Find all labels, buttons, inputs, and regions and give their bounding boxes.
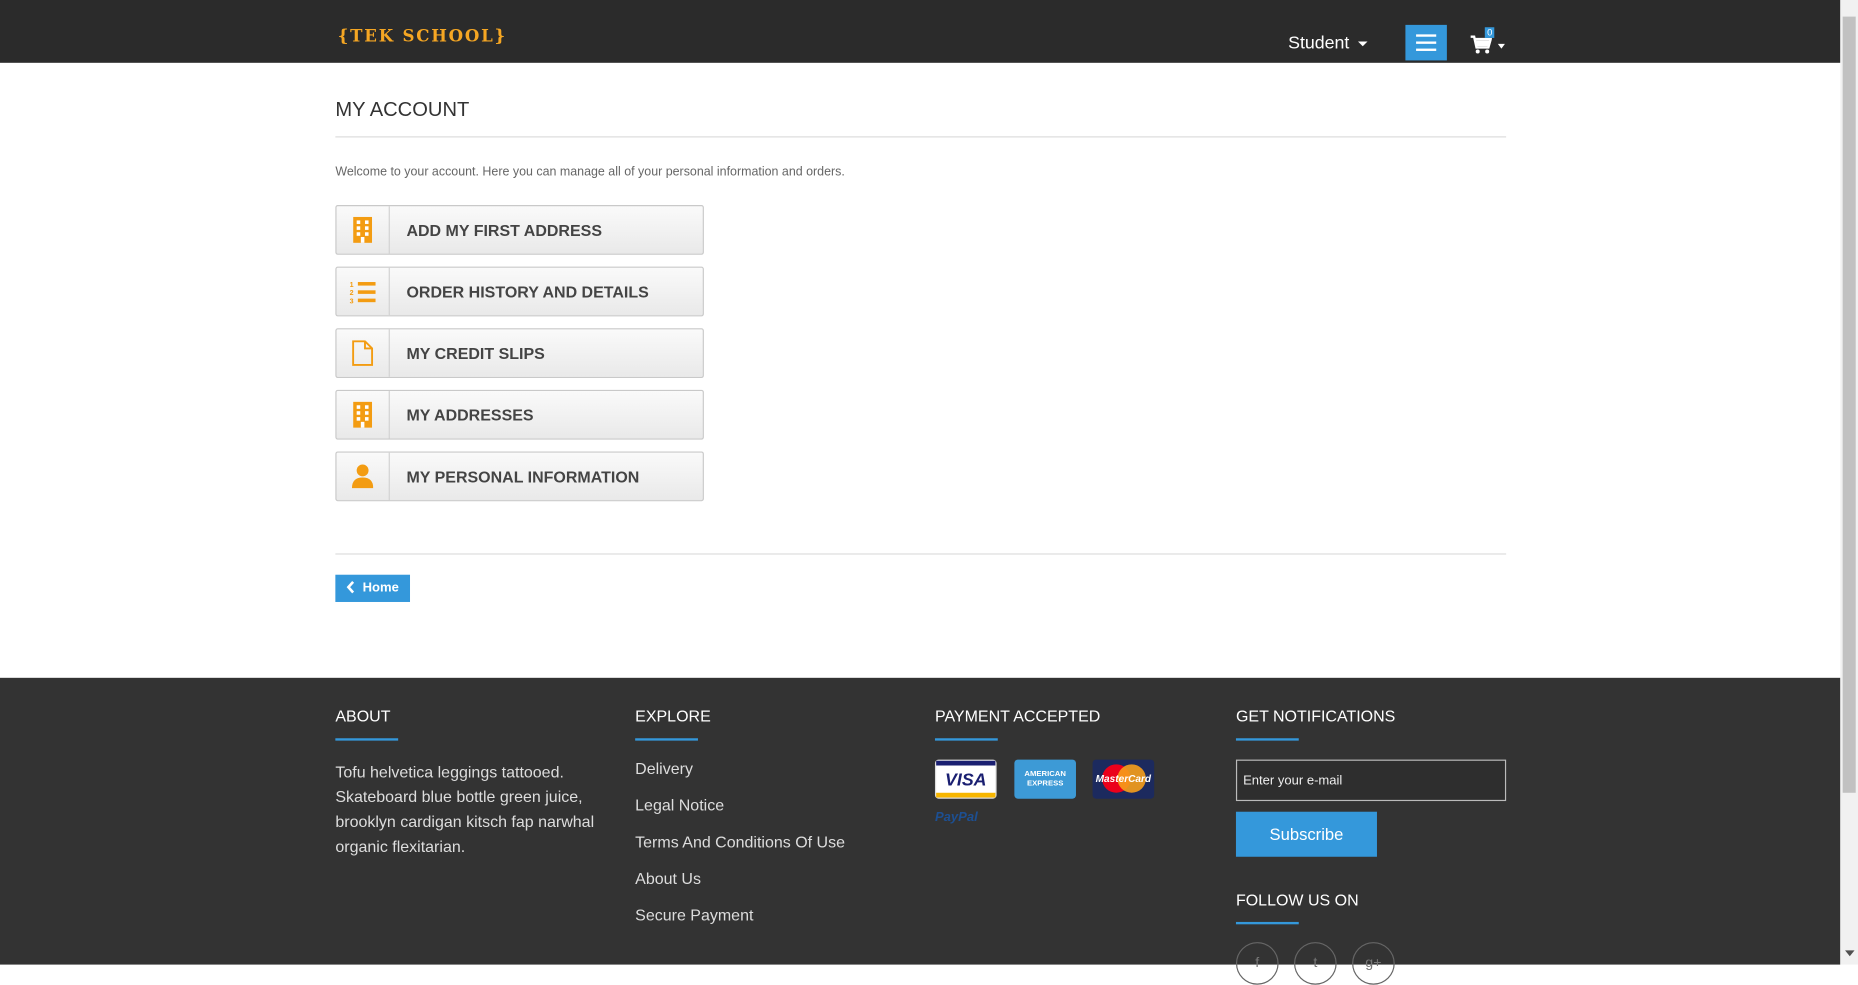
american-express-logo: AMERICAN EXPRESS [1014,759,1076,799]
my-addresses-button[interactable]: MY ADDRESSES [335,389,704,440]
heading-underline [1235,738,1299,741]
site-logo[interactable]: {TEK SCHOOL} [338,27,507,46]
footer-link-delivery[interactable]: Delivery [635,760,693,778]
footer-heading-notifications: GET NOTIFICATIONS [1235,707,1396,726]
cart-button[interactable]: 0 [1470,27,1507,57]
cart-count-badge: 0 [1484,27,1495,38]
welcome-text: Welcome to your account. Here you can ma… [335,164,845,179]
mastercard-logo: MasterCard [1092,759,1155,799]
personal-information-button[interactable]: MY PERSONAL INFORMATION [335,451,704,502]
chevron-left-icon [346,580,355,594]
vertical-scrollbar[interactable] [1840,0,1858,965]
footer-link-secure-payment[interactable]: Secure Payment [635,907,753,925]
credit-slips-button[interactable]: MY CREDIT SLIPS [335,328,704,379]
building-icon [337,206,390,254]
facebook-icon[interactable]: f [1235,942,1279,985]
svg-text:2: 2 [350,289,354,297]
home-button-label: Home [362,580,399,595]
newsletter-email-field[interactable] [1235,759,1507,802]
svg-text:1: 1 [350,281,354,289]
home-button[interactable]: Home [335,574,411,602]
paypal-logo: PayPal [934,810,978,825]
heading-underline [934,738,998,741]
footer-link-about-us[interactable]: About Us [635,870,701,888]
footer-heading-explore: EXPLORE [635,707,711,726]
svg-text:3: 3 [350,297,354,303]
visa-logo: VISA [934,759,997,799]
scrollbar-thumb[interactable] [1842,16,1856,793]
footer-heading-about: ABOUT [335,707,391,726]
button-label: ADD MY FIRST ADDRESS [406,221,602,240]
about-text: Tofu helvetica leggings tattooed. Skateb… [335,763,595,856]
divider [335,553,1507,555]
ordered-list-icon: 123 [337,267,390,316]
hamburger-icon [1416,34,1437,37]
scroll-down-arrow-icon[interactable] [1845,950,1855,957]
button-label: MY CREDIT SLIPS [406,344,545,363]
heading-underline [1235,921,1299,925]
twitter-icon[interactable]: t [1294,942,1337,985]
top-navbar: {TEK SCHOOL} Student 0 [0,0,1841,63]
divider [335,136,1507,138]
footer: ABOUT Tofu helvetica leggings tattooed. … [0,677,1841,985]
building-icon [337,391,390,439]
user-menu-label: Student [1288,33,1350,54]
subscribe-button[interactable]: Subscribe [1235,811,1377,857]
heading-underline [635,738,698,741]
button-label: MY ADDRESSES [406,406,534,425]
user-menu[interactable]: Student [1288,33,1368,54]
order-history-button[interactable]: 123 ORDER HISTORY AND DETAILS [335,266,704,317]
user-icon [337,452,390,501]
footer-link-terms[interactable]: Terms And Conditions Of Use [635,833,845,851]
caret-down-icon [1357,41,1368,47]
page-title: MY ACCOUNT [335,98,470,121]
caret-down-icon [1497,43,1505,49]
add-first-address-button[interactable]: ADD MY FIRST ADDRESS [335,205,704,255]
page: {TEK SCHOOL} Student 0 MY ACCOUNT Welcom… [0,0,1858,985]
button-label: MY PERSONAL INFORMATION [406,468,640,486]
button-label: ORDER HISTORY AND DETAILS [406,283,649,301]
heading-underline [335,738,399,741]
footer-heading-payment: PAYMENT ACCEPTED [934,707,1101,726]
document-icon [337,329,390,377]
footer-heading-follow: FOLLOW US ON [1235,891,1359,909]
shopping-cart-icon [1470,35,1492,54]
google-plus-icon[interactable]: g+ [1352,942,1395,985]
menu-button[interactable] [1405,24,1447,61]
footer-link-legal-notice[interactable]: Legal Notice [635,796,724,814]
email-input[interactable] [1237,760,1505,800]
